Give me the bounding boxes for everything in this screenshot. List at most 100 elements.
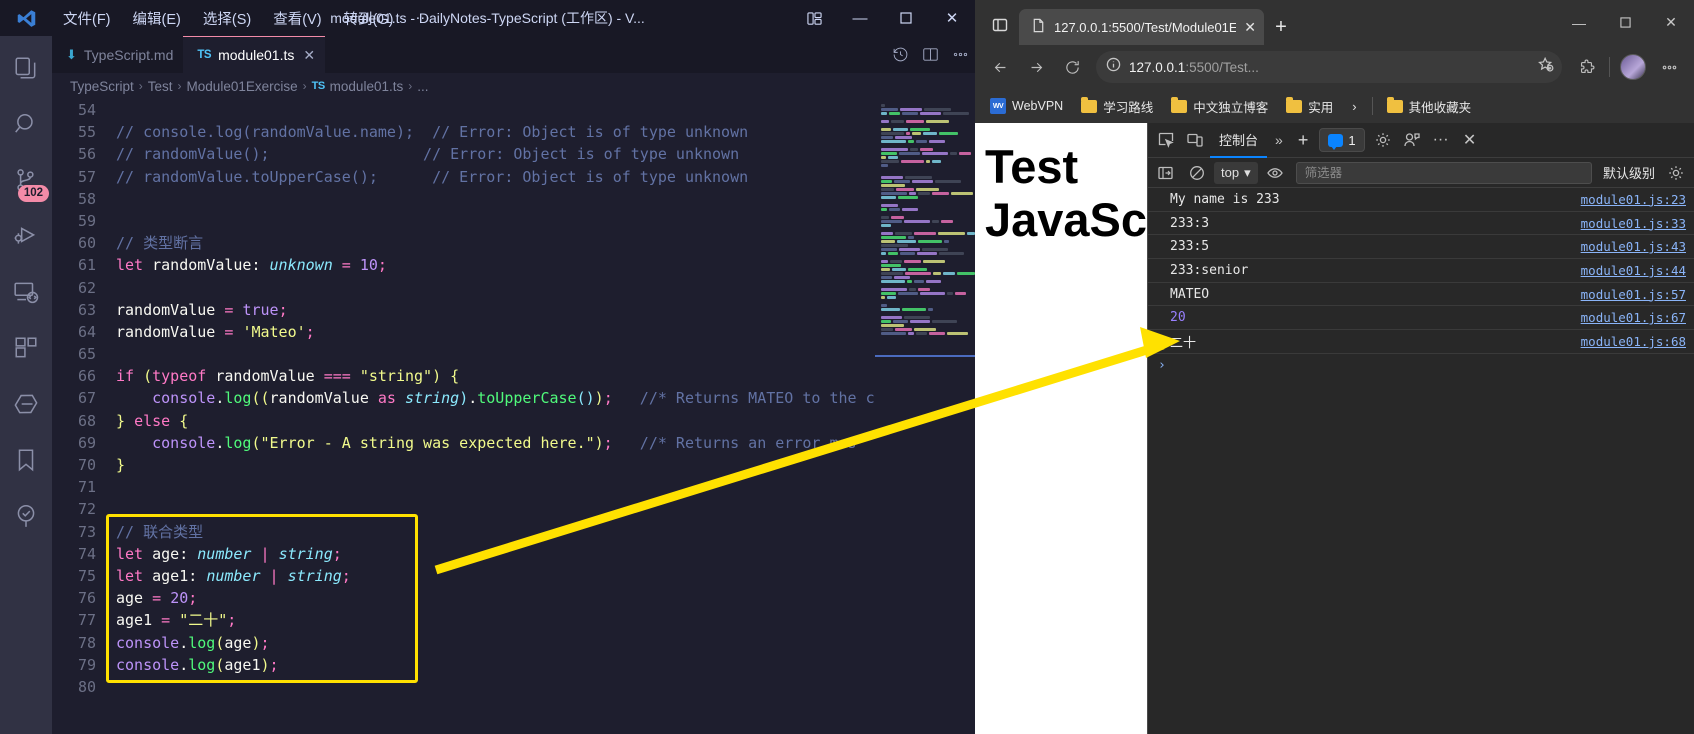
menu-more[interactable]: ··· bbox=[404, 6, 441, 30]
split-editor-icon[interactable] bbox=[915, 36, 945, 73]
console-message-source-link[interactable]: module01.js:33 bbox=[1581, 216, 1686, 231]
console-filter-input[interactable] bbox=[1296, 162, 1592, 184]
code-line[interactable]: 70} bbox=[52, 454, 875, 476]
address-input[interactable]: 127.0.0.1:5500/Test... bbox=[1129, 60, 1530, 75]
tab-typescript-md[interactable]: ⬇ TypeScript.md bbox=[52, 36, 183, 73]
sidebar-item-explorer[interactable] bbox=[0, 42, 52, 98]
console-message[interactable]: 233:5module01.js:43 bbox=[1148, 235, 1694, 259]
feedback-icon[interactable] bbox=[1398, 126, 1426, 154]
code-line[interactable]: 76age = 20; bbox=[52, 587, 875, 609]
minimize-button[interactable]: — bbox=[1556, 0, 1602, 45]
code-line[interactable]: 68} else { bbox=[52, 410, 875, 432]
more-panels-icon[interactable]: » bbox=[1268, 123, 1290, 158]
settings-gear-icon[interactable] bbox=[1369, 126, 1397, 154]
code-line[interactable]: 58 bbox=[52, 188, 875, 210]
code-line[interactable]: 55// console.log(randomValue.name); // E… bbox=[52, 121, 875, 143]
code-line[interactable]: 63randomValue = true; bbox=[52, 299, 875, 321]
code-line[interactable]: 78console.log(age); bbox=[52, 632, 875, 654]
code-line[interactable]: 73// 联合类型 bbox=[52, 521, 875, 543]
more-options-icon[interactable]: ··· bbox=[1427, 126, 1455, 154]
code-line[interactable]: 66if (typeof randomValue === "string") { bbox=[52, 365, 875, 387]
tab-console[interactable]: 控制台 bbox=[1210, 123, 1267, 158]
code-line[interactable]: 75let age1: number | string; bbox=[52, 565, 875, 587]
console-message-source-link[interactable]: module01.js:44 bbox=[1581, 263, 1686, 278]
close-icon[interactable]: ✕ bbox=[1244, 19, 1256, 36]
maximize-button[interactable] bbox=[1602, 0, 1648, 45]
code-line[interactable]: 69 console.log("Error - A string was exp… bbox=[52, 432, 875, 454]
sidebar-item-tree-view[interactable] bbox=[0, 490, 52, 546]
sidebar-item-search[interactable] bbox=[0, 98, 52, 154]
code-line[interactable]: 62 bbox=[52, 277, 875, 299]
console-message-source-link[interactable]: module01.js:57 bbox=[1581, 287, 1686, 302]
console-message[interactable]: 20module01.js:67 bbox=[1148, 306, 1694, 330]
console-prompt[interactable]: › bbox=[1148, 354, 1694, 378]
bookmark-folder-2[interactable]: 中文独立博客 bbox=[1164, 93, 1275, 120]
code-line[interactable]: 71 bbox=[52, 476, 875, 498]
code-line[interactable]: 56// randomValue(); // Error: Object is … bbox=[52, 143, 875, 165]
site-info-icon[interactable] bbox=[1106, 57, 1121, 77]
bookmark-webvpn[interactable]: WV WebVPN bbox=[983, 94, 1070, 118]
code-editor[interactable]: 5455// console.log(randomValue.name); //… bbox=[52, 99, 975, 734]
sidebar-item-run-debug[interactable] bbox=[0, 210, 52, 266]
console-message-source-link[interactable]: module01.js:68 bbox=[1581, 334, 1686, 349]
live-expression-icon[interactable] bbox=[1261, 159, 1289, 187]
code-line[interactable]: 65 bbox=[52, 343, 875, 365]
breadcrumb-item-4[interactable]: ... bbox=[417, 79, 428, 94]
console-message[interactable]: 233:seniormodule01.js:44 bbox=[1148, 259, 1694, 283]
maximize-button[interactable] bbox=[883, 0, 929, 36]
console-settings-gear-icon[interactable] bbox=[1662, 159, 1690, 187]
sidebar-item-source-control[interactable]: 102 bbox=[0, 154, 52, 210]
log-level-select[interactable]: 默认级别 bbox=[1599, 163, 1659, 182]
close-button[interactable]: ✕ bbox=[1648, 0, 1694, 45]
new-tab-button[interactable]: + bbox=[1264, 9, 1298, 45]
code-line[interactable]: 80 bbox=[52, 676, 875, 698]
more-actions-icon[interactable] bbox=[945, 36, 975, 73]
clear-console-icon[interactable] bbox=[1183, 159, 1211, 187]
code-line[interactable]: 64randomValue = 'Mateo'; bbox=[52, 321, 875, 343]
console-message[interactable]: MATEOmodule01.js:57 bbox=[1148, 283, 1694, 307]
sidebar-item-extensions[interactable] bbox=[0, 322, 52, 378]
code-line[interactable]: 67 console.log((randomValue as string).t… bbox=[52, 387, 875, 409]
console-message[interactable]: 二十module01.js:68 bbox=[1148, 330, 1694, 354]
extensions-icon[interactable] bbox=[1569, 51, 1603, 83]
code-line[interactable]: 57// randomValue.toUpperCase(); // Error… bbox=[52, 166, 875, 188]
tab-actions-icon[interactable] bbox=[981, 5, 1019, 45]
console-message-list[interactable]: My name is 233module01.js:23233:3module0… bbox=[1148, 188, 1694, 734]
minimize-button[interactable]: — bbox=[837, 0, 883, 36]
address-bar[interactable]: 127.0.0.1:5500/Test... bbox=[1096, 51, 1562, 83]
bookmark-folder-1[interactable]: 学习路线 bbox=[1074, 93, 1160, 120]
execution-context-select[interactable]: top ▾ bbox=[1214, 162, 1258, 184]
code-scroll-area[interactable]: 5455// console.log(randomValue.name); //… bbox=[52, 99, 875, 734]
console-message-source-link[interactable]: module01.js:23 bbox=[1581, 192, 1686, 207]
breadcrumb-item-1[interactable]: Test bbox=[148, 79, 173, 94]
toggle-layout-icon[interactable] bbox=[791, 0, 837, 36]
tab-module01-ts[interactable]: TS module01.ts ✕ bbox=[183, 36, 325, 73]
browser-tab[interactable]: 127.0.0.1:5500/Test/Module01Ex ✕ bbox=[1019, 9, 1264, 45]
breadcrumb-item-3[interactable]: module01.ts bbox=[330, 79, 404, 94]
menu-selection[interactable]: 选择(S) bbox=[192, 4, 262, 33]
forward-icon[interactable] bbox=[1019, 51, 1053, 83]
history-icon[interactable] bbox=[885, 36, 915, 73]
code-lines[interactable]: 5455// console.log(randomValue.name); //… bbox=[52, 99, 875, 698]
menu-view[interactable]: 查看(V) bbox=[262, 4, 332, 33]
console-message-source-link[interactable]: module01.js:43 bbox=[1581, 239, 1686, 254]
menu-edit[interactable]: 编辑(E) bbox=[122, 4, 192, 33]
reload-icon[interactable] bbox=[1055, 51, 1089, 83]
console-message[interactable]: 233:3module01.js:33 bbox=[1148, 212, 1694, 236]
code-line[interactable]: 74let age: number | string; bbox=[52, 543, 875, 565]
code-line[interactable]: 77age1 = "二十"; bbox=[52, 609, 875, 631]
breadcrumb-item-0[interactable]: TypeScript bbox=[70, 79, 134, 94]
add-panel-icon[interactable]: + bbox=[1291, 123, 1316, 158]
breadcrumb-item-2[interactable]: Module01Exercise bbox=[187, 79, 298, 94]
code-line[interactable]: 72 bbox=[52, 498, 875, 520]
add-favorite-icon[interactable] bbox=[1538, 57, 1554, 78]
sidebar-item-bookmarks[interactable] bbox=[0, 434, 52, 490]
avatar[interactable] bbox=[1616, 51, 1650, 83]
menu-file[interactable]: 文件(F) bbox=[52, 4, 122, 33]
menu-go[interactable]: 转到(G) bbox=[333, 4, 405, 33]
code-line[interactable]: 61let randomValue: unknown = 10; bbox=[52, 254, 875, 276]
close-icon[interactable]: ✕ bbox=[303, 47, 315, 64]
more-settings-icon[interactable] bbox=[1652, 51, 1686, 83]
close-button[interactable]: ✕ bbox=[929, 0, 975, 36]
back-icon[interactable] bbox=[983, 51, 1017, 83]
